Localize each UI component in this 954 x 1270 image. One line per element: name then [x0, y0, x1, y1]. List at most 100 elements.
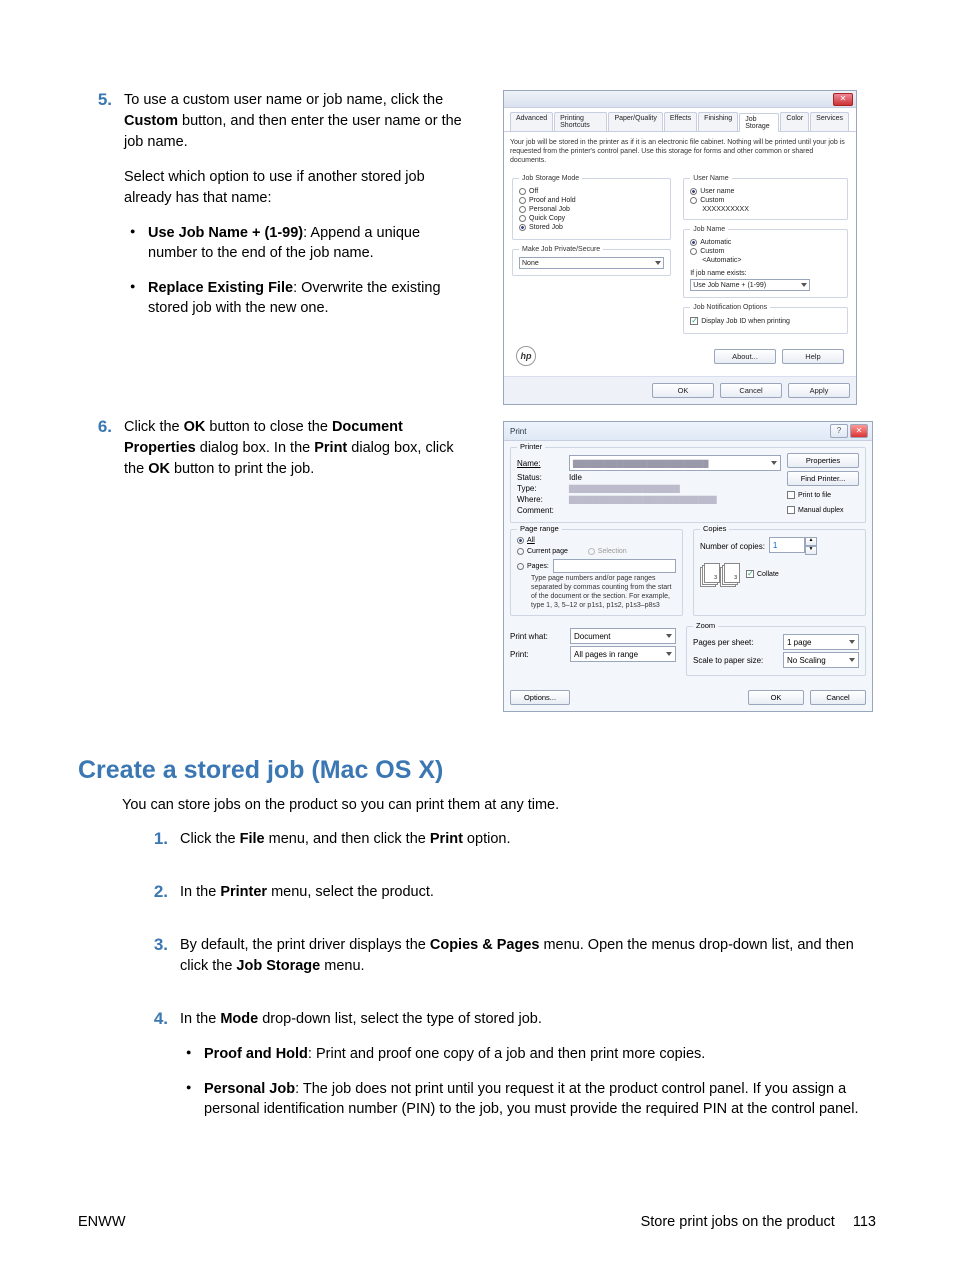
step5-para1: To use a custom user name or job name, c… [124, 90, 473, 153]
dialog-titlebar: ✕ [504, 91, 856, 108]
chevron-down-icon [666, 652, 672, 656]
b: Print [314, 440, 347, 456]
lbl: Personal Job [529, 206, 570, 213]
properties-button[interactable]: Properties [787, 453, 859, 468]
help-button[interactable]: Help [782, 349, 844, 364]
about-button[interactable]: About... [714, 349, 776, 364]
step-number: 1. [134, 829, 180, 849]
mode-proof-hold[interactable]: Proof and Hold [519, 197, 664, 204]
apply-button[interactable]: Apply [788, 383, 850, 398]
mode-personal-job[interactable]: Personal Job [519, 206, 664, 213]
arrow-down-icon[interactable]: ▼ [805, 546, 817, 555]
pages-input[interactable] [553, 559, 676, 573]
tab-effects[interactable]: Effects [664, 112, 697, 131]
tab-advanced[interactable]: Advanced [510, 112, 553, 131]
chevron-down-icon [849, 658, 855, 662]
footer: ENWW Store print jobs on the product 113 [78, 1214, 876, 1230]
print-ok-button[interactable]: OK [748, 690, 804, 705]
val: 1 page [787, 638, 811, 647]
lbl: Display Job ID when printing [701, 318, 790, 325]
val: 1 [773, 541, 777, 550]
user-name-radio[interactable]: User name [690, 188, 841, 195]
cancel-button[interactable]: Cancel [720, 383, 782, 398]
job-exists-select[interactable]: Use Job Name + (1-99) [690, 279, 810, 291]
mode-stored-job[interactable]: Stored Job [519, 224, 664, 231]
type-label: Type: [517, 484, 565, 493]
job-custom-radio[interactable]: Custom [690, 248, 841, 255]
tab-finishing[interactable]: Finishing [698, 112, 738, 131]
scale-select[interactable]: No Scaling [783, 652, 859, 668]
tab-services[interactable]: Services [810, 112, 849, 131]
help-icon[interactable]: ? [830, 424, 848, 438]
manual-duplex-check[interactable]: Manual duplex [787, 506, 859, 514]
mode-off[interactable]: Off [519, 188, 664, 195]
b: Job Storage [236, 958, 320, 974]
copies-label: Number of copies: [700, 542, 765, 551]
print-what-label: Print what: [510, 632, 566, 641]
range-current[interactable]: Current page [517, 548, 568, 555]
job-auto-radio[interactable]: Automatic [690, 239, 841, 246]
t: : Print and proof one copy of a job and … [308, 1046, 705, 1062]
step-number: 5. [78, 90, 124, 110]
step5-bullet-1: Use Job Name + (1-99): Append a unique n… [130, 223, 473, 264]
printer-select[interactable]: ▇▇▇▇▇▇▇▇▇▇▇▇▇▇▇▇▇▇▇▇▇▇ [569, 455, 781, 471]
close-button[interactable]: ✕ [833, 93, 853, 106]
t: : The job does not print until you reque… [204, 1081, 858, 1117]
print-cancel-button[interactable]: Cancel [810, 690, 866, 705]
lbl: Collate [757, 571, 779, 578]
tab-color[interactable]: Color [780, 112, 809, 131]
t: In the [180, 884, 220, 900]
copies-spinner[interactable]: 1 ▲▼ [769, 537, 817, 555]
ok-button[interactable]: OK [652, 383, 714, 398]
custom-bold: Custom [124, 113, 178, 129]
val: Use Job Name + (1-99) [693, 282, 766, 289]
exists-label: If job name exists: [690, 270, 841, 277]
tab-printing-shortcuts[interactable]: Printing Shortcuts [554, 112, 607, 131]
print-range-select[interactable]: All pages in range [570, 646, 676, 662]
where-value: ▇▇▇▇▇▇▇▇▇▇▇▇▇▇▇▇▇▇▇▇▇▇▇▇ [569, 495, 717, 504]
lbl: Off [529, 188, 538, 195]
lbl: Quick Copy [529, 215, 565, 222]
step-6: 6. Click the OK button to close the Docu… [78, 417, 473, 494]
legend: Job Notification Options [690, 304, 770, 311]
chevron-down-icon [666, 634, 672, 638]
range-pages[interactable]: Pages: [517, 563, 549, 570]
page-range-group: Page range All Current page Selection Pa… [510, 529, 683, 616]
print-what-select[interactable]: Document [570, 628, 676, 644]
print-to-file-check[interactable]: Print to file [787, 491, 859, 499]
tab-job-storage[interactable]: Job Storage [739, 113, 779, 132]
job-value: <Automatic> [702, 257, 841, 264]
display-job-id-check[interactable]: Display Job ID when printing [690, 317, 841, 325]
find-printer-button[interactable]: Find Printer... [787, 471, 859, 486]
mode-quick-copy[interactable]: Quick Copy [519, 215, 664, 222]
p: In the Mode drop-down list, select the t… [180, 1009, 876, 1030]
collate-check[interactable]: Collate [746, 570, 779, 578]
step-5: 5. To use a custom user name or job name… [78, 90, 473, 332]
lbl: Proof and Hold [529, 197, 576, 204]
close-icon[interactable]: ✕ [850, 424, 868, 438]
private-select[interactable]: None [519, 257, 664, 269]
b: Printer [220, 884, 267, 900]
collate-illustration: 123 123 [700, 563, 738, 585]
range-all[interactable]: All [517, 537, 676, 544]
t: drop-down list, select the type of store… [258, 1011, 542, 1027]
tab-paper-quality[interactable]: Paper/Quality [608, 112, 662, 131]
t: menu. [320, 958, 364, 974]
lbl: Manual duplex [798, 507, 844, 514]
b: OK [148, 461, 170, 477]
options-button[interactable]: Options... [510, 690, 570, 705]
p: In the Printer menu, select the product. [180, 882, 876, 903]
user-custom-radio[interactable]: Custom [690, 197, 841, 204]
page-number: 113 [853, 1214, 876, 1230]
chevron-down-icon [801, 283, 807, 287]
lbl: Automatic [700, 239, 731, 246]
legend: Page range [517, 524, 562, 533]
legend: Copies [700, 524, 729, 533]
range-selection: Selection [588, 548, 627, 555]
legend: Job Name [690, 226, 728, 233]
pages-per-sheet-select[interactable]: 1 page [783, 634, 859, 650]
mac-step-2: 2. In the Printer menu, select the produ… [134, 882, 876, 917]
arrow-up-icon[interactable]: ▲ [805, 537, 817, 546]
footer-right: Store print jobs on the product 113 [641, 1214, 876, 1230]
chevron-down-icon [655, 261, 661, 265]
